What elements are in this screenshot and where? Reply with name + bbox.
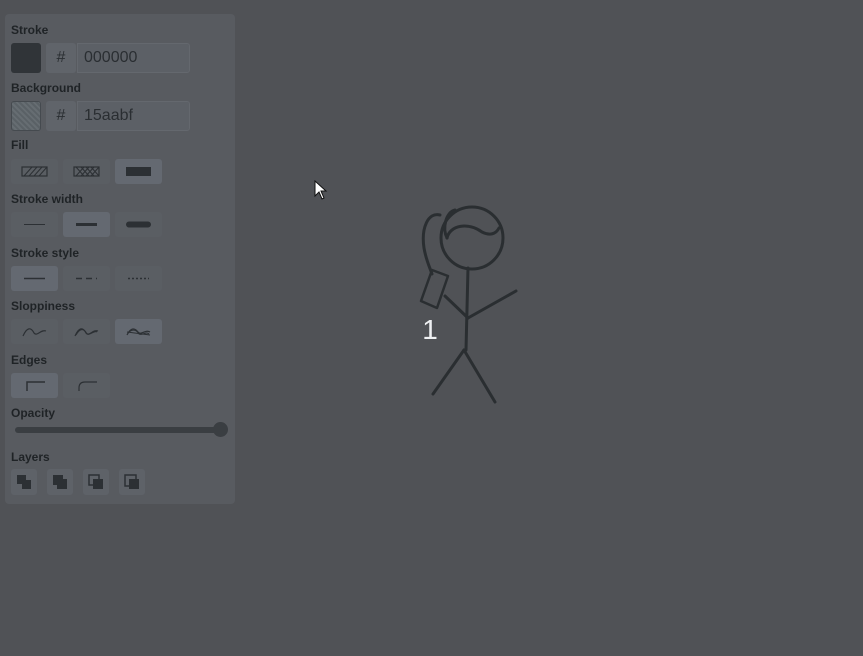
stick-figure-drawing[interactable] [419, 205, 518, 404]
mouse-pointer-icon [314, 180, 328, 200]
drawing-canvas[interactable]: 1 [0, 0, 863, 656]
element-number-label: 1 [422, 314, 438, 345]
